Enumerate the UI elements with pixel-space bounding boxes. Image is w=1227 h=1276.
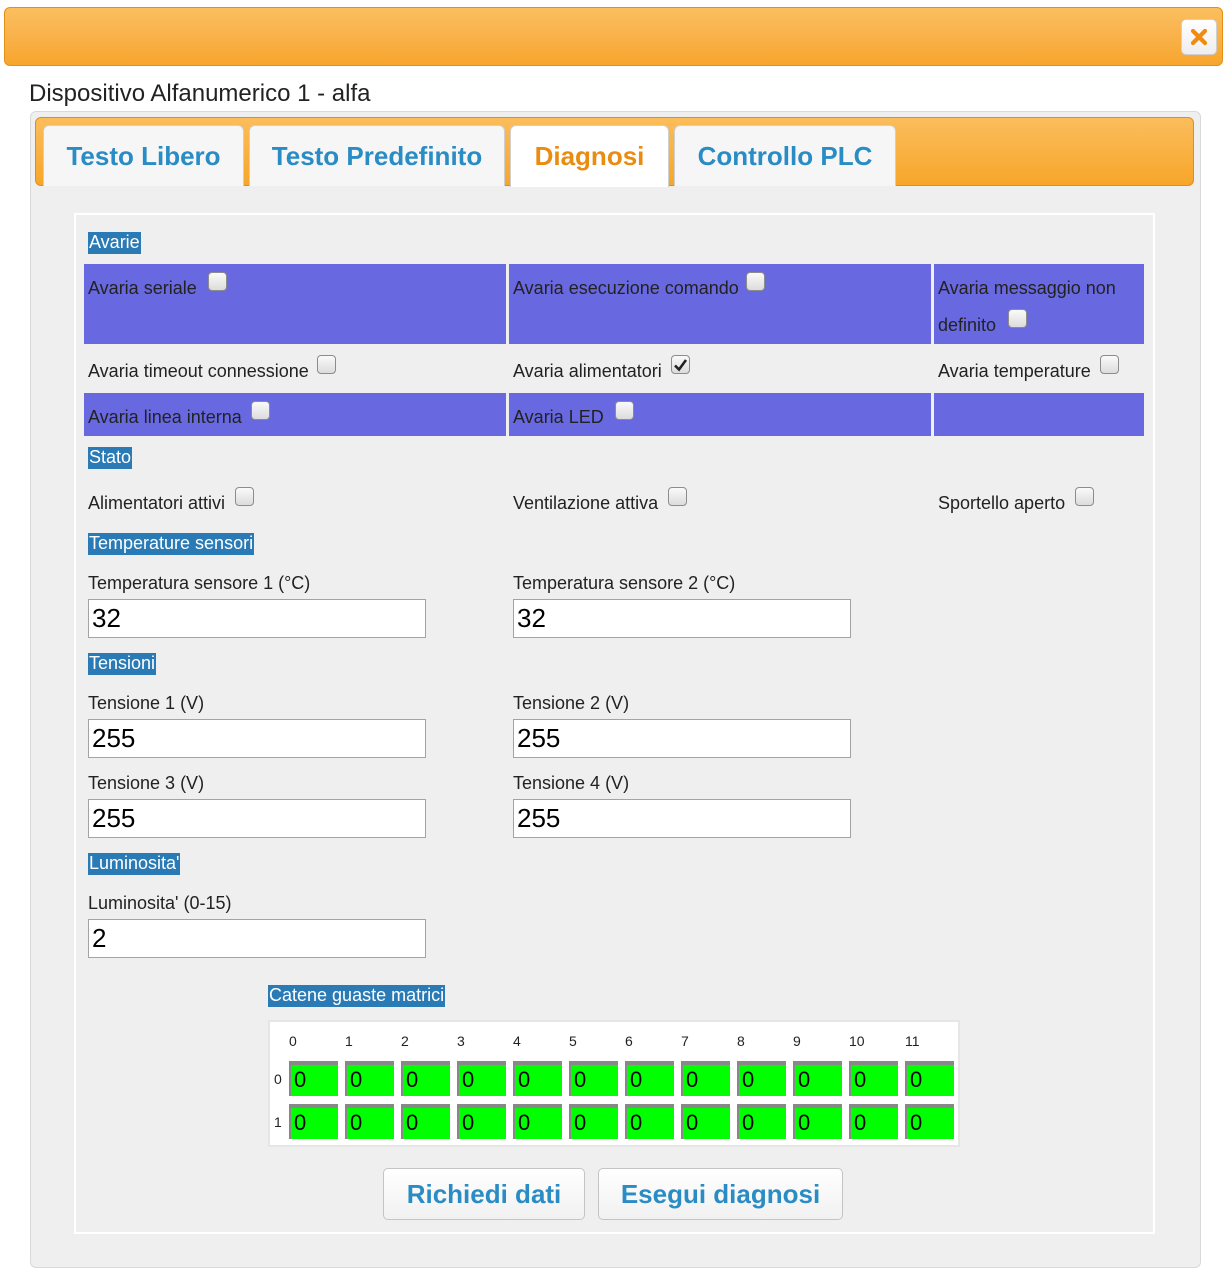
matrix-column-header: 6 (625, 1033, 633, 1049)
label-tensione-3: Tensione 3 (V) (88, 773, 205, 793)
matrix-cell: 0 (737, 1104, 786, 1139)
checkbox-alimentatori-attivi[interactable] (235, 487, 254, 506)
matrix-row-header: 0 (274, 1071, 282, 1087)
section-title-catene: Catene guaste matrici (268, 985, 446, 1007)
label-avaria-linea-interna: Avaria linea interna (88, 407, 242, 427)
section-title-luminosita: Luminosita' (88, 853, 181, 875)
device-title: Dispositivo Alfanumerico 1 - alfa (29, 80, 371, 107)
label-tensione-4: Tensione 4 (V) (513, 773, 630, 793)
label-temperatura-sensore-1: Temperatura sensore 1 (°C) (88, 573, 311, 593)
matrix-column-header: 10 (849, 1033, 865, 1049)
label-avaria-led: Avaria LED (513, 407, 604, 427)
matrix-cell: 0 (681, 1061, 730, 1096)
label-sportello-aperto: Sportello aperto (938, 493, 1066, 513)
checkbox-avaria-alimentatori[interactable] (671, 355, 690, 374)
matrix-cell: 0 (513, 1061, 562, 1096)
matrix-cell: 0 (625, 1104, 674, 1139)
temperatura-sensore-1-input[interactable] (88, 599, 426, 638)
tab-testo-predefinito[interactable]: Testo Predefinito (249, 125, 505, 186)
matrix-column-header: 1 (345, 1033, 353, 1049)
matrix-cell: 0 (289, 1061, 338, 1096)
label-alimentatori-attivi: Alimentatori attivi (88, 493, 226, 513)
matrix-cell: 0 (457, 1061, 506, 1096)
matrix-column-header: 4 (513, 1033, 521, 1049)
tab-diagnosi[interactable]: Diagnosi (510, 125, 669, 187)
matrix-column-header: 2 (401, 1033, 409, 1049)
checkbox-avaria-seriale[interactable] (208, 272, 227, 291)
label-avaria-alimentatori: Avaria alimentatori (513, 361, 662, 381)
matrix-cell: 0 (625, 1061, 674, 1096)
matrix-cell: 0 (401, 1104, 450, 1139)
section-title-stato: Stato (88, 447, 133, 469)
matrix-row-header: 1 (274, 1114, 282, 1130)
esegui-diagnosi-button[interactable]: Esegui diagnosi (598, 1168, 843, 1220)
avarie-row-bg (934, 393, 1144, 436)
label-temperatura-sensore-2: Temperatura sensore 2 (°C) (513, 573, 736, 593)
matrix-cell: 0 (401, 1061, 450, 1096)
label-luminosita: Luminosita' (0-15) (88, 893, 232, 913)
richiedi-dati-button[interactable]: Richiedi dati (383, 1168, 585, 1220)
matrix-column-header: 8 (737, 1033, 745, 1049)
tensione-4-input[interactable] (513, 799, 851, 838)
label-tensione-2: Tensione 2 (V) (513, 693, 630, 713)
matrix-cell: 0 (849, 1061, 898, 1096)
matrix-cell: 0 (345, 1061, 394, 1096)
luminosita-input[interactable] (88, 919, 426, 958)
avarie-row-bg (84, 264, 506, 344)
matrix-cell: 0 (289, 1104, 338, 1139)
checkbox-sportello-aperto[interactable] (1075, 487, 1094, 506)
checkbox-avaria-messaggio-non-definito[interactable] (1008, 309, 1027, 328)
section-title-avarie: Avarie (88, 232, 141, 254)
dialog-titlebar (4, 7, 1223, 66)
matrix-column-header: 5 (569, 1033, 577, 1049)
matrix-cell: 0 (569, 1104, 618, 1139)
matrix-column-header: 9 (793, 1033, 801, 1049)
tensione-3-input[interactable] (88, 799, 426, 838)
checkbox-avaria-esecuzione-comando[interactable] (746, 272, 765, 291)
matrix-cell: 0 (569, 1061, 618, 1096)
matrix-cell: 0 (849, 1104, 898, 1139)
matrix-cell: 0 (457, 1104, 506, 1139)
matrix-cell: 0 (905, 1104, 954, 1139)
temperatura-sensore-2-input[interactable] (513, 599, 851, 638)
matrix-column-header: 11 (905, 1033, 920, 1049)
avarie-row-bg (509, 264, 931, 344)
checkbox-avaria-linea-interna[interactable] (251, 401, 270, 420)
section-title-tensioni: Tensioni (88, 653, 157, 675)
label-ventilazione-attiva: Ventilazione attiva (513, 493, 659, 513)
label-avaria-temperature: Avaria temperature (938, 361, 1091, 381)
label-avaria-messaggio-non-definito-line1: Avaria messaggio non (938, 278, 1116, 298)
close-button[interactable] (1181, 19, 1217, 55)
label-tensione-1: Tensione 1 (V) (88, 693, 205, 713)
matrix-column-header: 0 (289, 1033, 297, 1049)
label-avaria-seriale: Avaria seriale (88, 278, 197, 298)
checkbox-ventilazione-attiva[interactable] (668, 487, 687, 506)
checkbox-avaria-timeout-connessione[interactable] (317, 355, 336, 374)
matrix-cell: 0 (681, 1104, 730, 1139)
checkmark-icon (674, 358, 688, 371)
matrix-cell: 0 (513, 1104, 562, 1139)
matrix-cell: 0 (793, 1061, 842, 1096)
tensione-2-input[interactable] (513, 719, 851, 758)
close-x-icon (1190, 28, 1208, 46)
matrix-cell: 0 (737, 1061, 786, 1096)
matrix-cell: 0 (345, 1104, 394, 1139)
checkbox-avaria-temperature[interactable] (1100, 355, 1119, 374)
label-avaria-esecuzione-comando: Avaria esecuzione comando (513, 278, 739, 298)
matrix-column-header: 3 (457, 1033, 465, 1049)
tab-controllo-plc[interactable]: Controllo PLC (674, 125, 896, 186)
tab-testo-libero[interactable]: Testo Libero (43, 125, 244, 186)
label-avaria-messaggio-non-definito-line2: definito (938, 315, 997, 335)
matrix-column-header: 7 (681, 1033, 689, 1049)
tensione-1-input[interactable] (88, 719, 426, 758)
matrix-cell: 0 (793, 1104, 842, 1139)
matrix-cell: 0 (905, 1061, 954, 1096)
checkbox-avaria-led[interactable] (615, 401, 634, 420)
label-avaria-timeout-connessione: Avaria timeout connessione (88, 361, 309, 381)
section-title-temperature: Temperature sensori (88, 533, 255, 555)
